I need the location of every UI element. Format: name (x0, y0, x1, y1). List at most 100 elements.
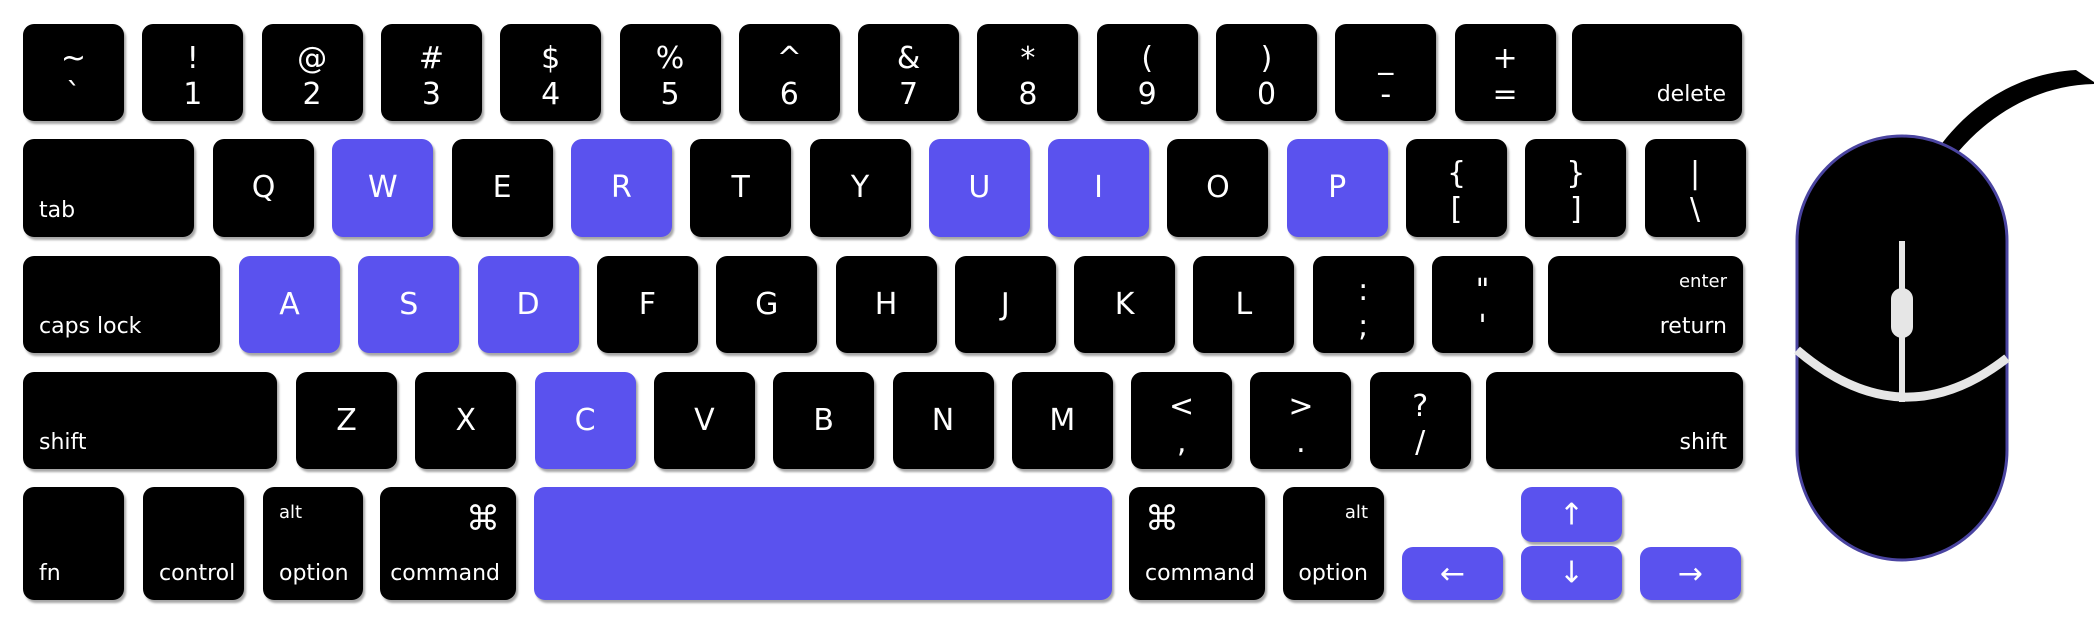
key-base-char: ' (1478, 309, 1487, 344)
key-b[interactable]: B (773, 372, 875, 469)
key-z[interactable]: Z (296, 372, 397, 469)
key-v[interactable]: V (653, 372, 755, 469)
key-k[interactable]: K (1074, 256, 1176, 353)
key-lbracket[interactable]: {[ (1406, 139, 1507, 237)
key-x[interactable]: X (415, 372, 517, 469)
key-control[interactable]: control (143, 487, 244, 600)
key-5[interactable]: % 5 (619, 24, 721, 121)
key-period[interactable]: >. (1250, 372, 1352, 469)
key-o[interactable]: O (1167, 139, 1269, 237)
key-backtick[interactable]: ~ ` (23, 24, 124, 121)
key-s[interactable]: S (358, 256, 460, 353)
key-delete[interactable]: delete (1572, 24, 1742, 121)
key-label: command (390, 561, 500, 586)
key-i[interactable]: I (1048, 139, 1150, 237)
key-base-char: 3 (421, 77, 441, 112)
key-c[interactable]: C (534, 372, 636, 469)
key-shift-char: > (1288, 389, 1314, 424)
key-comma[interactable]: <, (1131, 372, 1233, 469)
key-r[interactable]: R (570, 139, 672, 237)
key-char: V (694, 402, 715, 438)
key-equals[interactable]: + = (1454, 24, 1556, 121)
key-base-char: [ (1450, 192, 1463, 227)
key-fn[interactable]: fn (23, 487, 124, 600)
key-minus[interactable]: _ - (1335, 24, 1437, 121)
key-f[interactable]: F (596, 256, 698, 353)
key-9[interactable]: (9 (1096, 24, 1198, 121)
key-a[interactable]: A (239, 256, 340, 353)
key-char: U (968, 170, 991, 205)
key-loption[interactable]: option alt (263, 487, 363, 600)
key-semicolon[interactable]: :; (1312, 256, 1414, 353)
key-rshift[interactable]: shift (1486, 372, 1743, 469)
key-base-char: , (1176, 425, 1187, 460)
key-l[interactable]: L (1193, 256, 1295, 353)
key-label: control (159, 561, 236, 586)
key-rcommand[interactable]: command ⌘ (1129, 487, 1265, 600)
key-w[interactable]: W (332, 139, 434, 237)
key-n[interactable]: N (892, 372, 994, 469)
key-8[interactable]: * 8 (977, 24, 1079, 121)
key-y[interactable]: Y (809, 139, 911, 237)
key-0[interactable]: ) 0 (1216, 24, 1317, 121)
key-char: P (1328, 170, 1347, 205)
key-3[interactable]: #3 (380, 24, 482, 121)
key-e[interactable]: E (451, 139, 553, 237)
key-char: X (455, 402, 477, 438)
key-up[interactable]: ↑ (1521, 487, 1622, 542)
key-char: K (1114, 286, 1135, 322)
key-4[interactable]: $4 (500, 24, 602, 121)
key-base-char: \ (1690, 192, 1701, 227)
key-shift-char: ) (1260, 41, 1273, 76)
key-char: Y (850, 170, 870, 205)
key-char: C (574, 402, 596, 438)
key-return[interactable]: return enter (1548, 256, 1743, 353)
key-slash[interactable]: ? / (1369, 372, 1471, 469)
key-char: D (516, 286, 540, 322)
key-tab[interactable]: tab (23, 139, 194, 237)
key-char: M (1049, 402, 1076, 438)
key-lcommand[interactable]: command ⌘ (380, 487, 516, 600)
key-label: caps lock (39, 314, 142, 339)
keyboard: ~ `! 1 @2 #3 $4% 5 ^ 6 & 7 * 8(9) 0 _ - + = delete tab Q W E R T… (0, 0, 1760, 625)
key-t[interactable]: T (690, 139, 792, 237)
key-6[interactable]: ^ 6 (738, 24, 840, 121)
key-base-char: 4 (541, 77, 561, 112)
key-shift-char: & (896, 41, 921, 76)
key-h[interactable]: H (835, 256, 937, 353)
key-m[interactable]: M (1011, 372, 1113, 469)
key-space[interactable] (534, 487, 1112, 600)
key-char: O (1206, 170, 1230, 205)
key-d[interactable]: D (477, 256, 579, 353)
key-label: option (1298, 561, 1368, 586)
key-char: R (610, 170, 632, 205)
arrow-right-icon: → (1677, 556, 1704, 591)
key-g[interactable]: G (716, 256, 818, 353)
key-char: S (399, 286, 419, 322)
key-p[interactable]: P (1286, 139, 1388, 237)
key-rbracket[interactable]: }] (1525, 139, 1627, 237)
key-2[interactable]: @2 (261, 24, 363, 121)
command-icon: ⌘ (1145, 499, 1179, 539)
key-base-char: 1 (183, 77, 203, 112)
key-1[interactable]: ! 1 (142, 24, 244, 121)
key-shift-char: % (655, 41, 685, 76)
key-u[interactable]: U (928, 139, 1030, 237)
key-q[interactable]: Q (213, 139, 314, 237)
key-backslash[interactable]: | \ (1644, 139, 1746, 237)
key-roption[interactable]: option alt (1283, 487, 1384, 600)
key-char: H (874, 286, 898, 322)
key-base-char: = (1492, 77, 1518, 112)
key-down[interactable]: ↓ (1521, 546, 1622, 600)
key-right[interactable]: → (1640, 547, 1741, 600)
key-char: E (492, 170, 512, 205)
key-left[interactable]: ← (1402, 547, 1503, 600)
key-j[interactable]: J (954, 256, 1056, 353)
key-7[interactable]: & 7 (858, 24, 960, 121)
key-quote[interactable]: " ' (1432, 256, 1533, 353)
key-lshift[interactable]: shift (23, 372, 277, 469)
mouse-icon (1794, 70, 2094, 562)
key-capslock[interactable]: caps lock (23, 256, 220, 353)
key-base-char: . (1296, 425, 1306, 460)
key-label: tab (39, 198, 76, 223)
